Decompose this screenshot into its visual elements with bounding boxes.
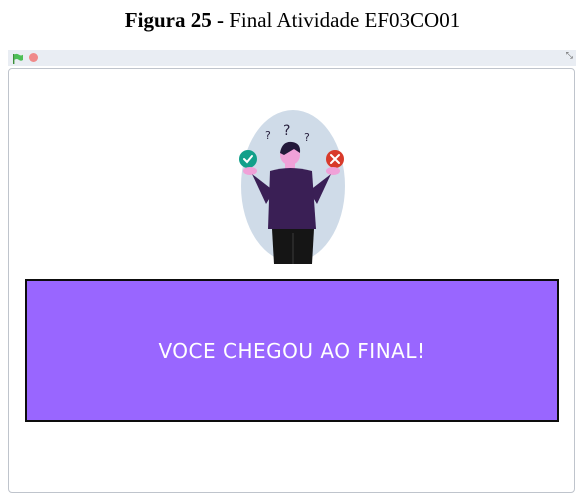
figure-caption: Figura 25 - Final Atividade EF03CO01 bbox=[0, 8, 585, 33]
confused-person-check-cross-illustration: ? ? ? bbox=[239, 110, 345, 264]
figure-title: Final Atividade EF03CO01 bbox=[229, 8, 461, 32]
figure-label: Figura 25 - bbox=[124, 8, 224, 32]
player-toolbar: ⤡ bbox=[8, 50, 576, 66]
final-message-text: VOCE CHEGOU AO FINAL! bbox=[158, 338, 426, 363]
stage: ? ? ? VOCE CHEGOU AO FINAL! bbox=[8, 68, 575, 493]
final-message-banner: VOCE CHEGOU AO FINAL! bbox=[25, 279, 559, 422]
stop-icon[interactable] bbox=[29, 53, 38, 62]
fullscreen-icon[interactable]: ⤡ bbox=[566, 51, 573, 61]
svg-text:?: ? bbox=[265, 129, 271, 142]
svg-text:?: ? bbox=[283, 123, 290, 139]
svg-text:?: ? bbox=[304, 131, 310, 144]
